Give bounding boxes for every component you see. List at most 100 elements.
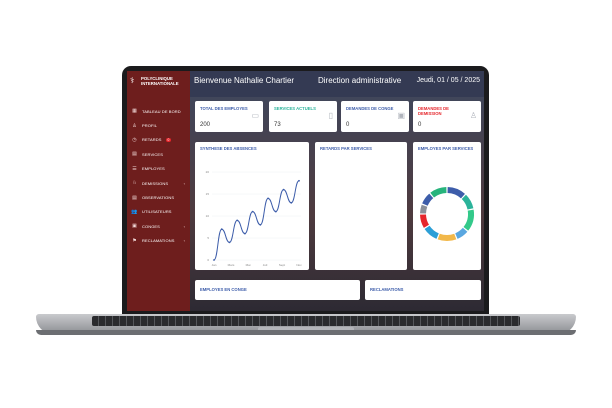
sidebar-item-label: SERVICES (142, 151, 163, 157)
person-icon: ♙ (469, 111, 477, 120)
walk-icon: ♘ (132, 180, 137, 187)
department-title: Direction administrative (318, 76, 402, 85)
sidebar-item-reclamations[interactable]: ⚑ RECLAMATIONS ‹ (131, 234, 187, 248)
users-icon: 👥 (131, 208, 138, 215)
sidebar-item-demissions[interactable]: ♘ DEMISSIONS ‹ (131, 176, 187, 190)
absences-data-point (259, 223, 262, 226)
list-icon: ☰ (132, 165, 137, 172)
y-tick-label: 10 (206, 214, 210, 218)
sidebar-item-observations[interactable]: ▤ OBSERVATIONS (131, 190, 187, 204)
absences-data-point (290, 201, 293, 204)
stat-card-services-actuels[interactable]: SERVICES ACTUELS 73 ▯ (269, 101, 337, 132)
building-icon: ▯ (328, 111, 333, 120)
clinic-logo-icon: ⚕ (130, 76, 135, 85)
welcome-text: Bienvenue Nathalie Chartier (194, 76, 295, 85)
stat-label: DEMANDES DE DEMISSION (418, 106, 449, 116)
brand[interactable]: ⚕ POLYCLINIQUE INTERNATIONALE (130, 76, 188, 86)
x-tick-label: Mai (246, 263, 251, 267)
current-date: Jeudi, 01 / 05 / 2025 (416, 77, 480, 84)
donut-slice (420, 204, 428, 214)
sidebar-nav: ▦ TABLEAU DE BORD ♙ PROFIL ◷ RETARDS 0 ▤… (131, 104, 187, 248)
panel-reclamations: RECLAMATIONS (365, 280, 481, 300)
absences-data-point (251, 210, 254, 213)
chevron-left-icon: ‹ (183, 180, 185, 186)
stat-value: 73 (274, 122, 281, 128)
donut-slice (455, 227, 468, 239)
sidebar-item-services[interactable]: ▤ SERVICES (131, 147, 187, 161)
sidebar-item-employes[interactable]: ☰ EMPLOYES (131, 162, 187, 176)
chevron-left-icon: ‹ (183, 238, 185, 244)
stat-value: 0 (346, 122, 350, 128)
absences-data-point (236, 219, 239, 222)
employes-donut-chart (420, 187, 474, 241)
sidebar-item-profil[interactable]: ♙ PROFIL (131, 118, 187, 132)
x-tick-label: Juil (263, 263, 268, 267)
absences-data-point (282, 188, 285, 191)
sidebar-item-label: PROFIL (142, 123, 158, 129)
stat-card-total-employes[interactable]: TOTAL DES EMPLOYES 200 ▭ (195, 101, 263, 132)
absences-line-chart: 0 5 10 15 20 Jan Mars Mai Juil Sept Nov (206, 170, 303, 267)
stat-value: 200 (200, 122, 211, 128)
sidebar-item-label: TABLEAU DE BORD (142, 108, 181, 114)
sidebar-item-tableau-de-bord[interactable]: ▦ TABLEAU DE BORD (131, 104, 187, 118)
stat-label: TOTAL DES EMPLOYES (200, 106, 248, 111)
y-tick-label: 15 (206, 192, 210, 196)
dashboard-content: TOTAL DES EMPLOYES 200 ▭ SERVICES ACTUEL… (190, 97, 484, 311)
brand-name: POLYCLINIQUE INTERNATIONALE (141, 76, 179, 86)
product-mockup: ⚕ POLYCLINIQUE INTERNATIONALE ▦ TABLEAU … (0, 0, 612, 408)
table-icon: ▦ (132, 108, 137, 115)
absences-data-point (244, 232, 246, 235)
sidebar-item-label: EMPLOYES (142, 166, 165, 172)
sidebar-item-retards[interactable]: ◷ RETARDS 0 (131, 133, 187, 147)
sidebar-item-utilisateurs[interactable]: 👥 UTILISATEURS (131, 205, 187, 219)
stat-label: DEMANDES DE CONGE (346, 106, 394, 111)
document-icon: ▤ (132, 151, 137, 158)
panel-synthese-absences: SYNTHESE DES ABSENCES 0 5 10 15 20 Jan Mars Mai… (195, 142, 309, 270)
panel-retards-par-services: RETARDS PAR SERVICES (315, 142, 407, 270)
panel-title: RECLAMATIONS (370, 287, 404, 292)
stat-card-demandes-demission[interactable]: DEMANDES DE DEMISSION 0 ♙ (413, 101, 481, 132)
absences-data-point (298, 179, 300, 182)
panel-title: EMPLOYES EN CONGE (200, 287, 247, 292)
x-tick-label: Jan (212, 263, 217, 267)
panel-title: RETARDS PAR SERVICES (320, 146, 372, 151)
sidebar-item-label: OBSERVATIONS (142, 195, 175, 201)
absences-data-point (213, 259, 215, 261)
id-card-icon: ▭ (251, 111, 259, 120)
absences-data-point (220, 228, 223, 231)
x-tick-label: Nov (296, 263, 302, 267)
laptop-base-lip (36, 330, 576, 335)
retards-count-badge: 0 (165, 137, 172, 142)
donut-slice (424, 225, 439, 239)
document-icon: ▤ (132, 194, 137, 201)
stat-label: SERVICES ACTUELS (274, 106, 316, 111)
sidebar-item-label: RECLAMATIONS (142, 238, 175, 244)
donut-slice (437, 233, 457, 241)
donut-slice (422, 193, 434, 206)
absences-data-point (267, 197, 269, 200)
y-tick-label: 5 (207, 236, 209, 240)
absences-data-point (228, 241, 231, 244)
donut-slice (430, 187, 447, 198)
y-tick-label: 20 (206, 170, 210, 174)
panel-employes-en-conge: EMPLOYES EN CONGE (195, 280, 360, 300)
flag-icon: ⚑ (132, 237, 137, 244)
sidebar-item-label: DEMISSIONS (142, 180, 169, 186)
sidebar-item-label: UTILISATEURS (142, 209, 172, 215)
absences-data-point (274, 210, 277, 213)
stat-card-demandes-conge[interactable]: DEMANDES DE CONGE 0 ▣ (341, 101, 409, 132)
absences-series-line (213, 180, 300, 261)
top-header: Bienvenue Nathalie Chartier Direction ad… (190, 71, 484, 97)
calendar-icon: ▣ (132, 223, 137, 230)
chevron-left-icon: ‹ (183, 223, 185, 229)
sidebar: ⚕ POLYCLINIQUE INTERNATIONALE ▦ TABLEAU … (127, 71, 190, 311)
donut-slice (420, 214, 430, 228)
sidebar-item-conges[interactable]: ▣ CONGES ‹ (131, 219, 187, 233)
brand-name-line2: INTERNATIONALE (141, 81, 179, 86)
donut-slice (463, 209, 474, 231)
panel-employes-par-services: EMPLOYES PAR SERVICES (413, 142, 481, 270)
y-tick-label: 0 (207, 258, 209, 262)
x-tick-label: Mars (228, 263, 235, 267)
user-icon: ♙ (132, 122, 137, 129)
clock-icon: ◷ (132, 136, 137, 143)
